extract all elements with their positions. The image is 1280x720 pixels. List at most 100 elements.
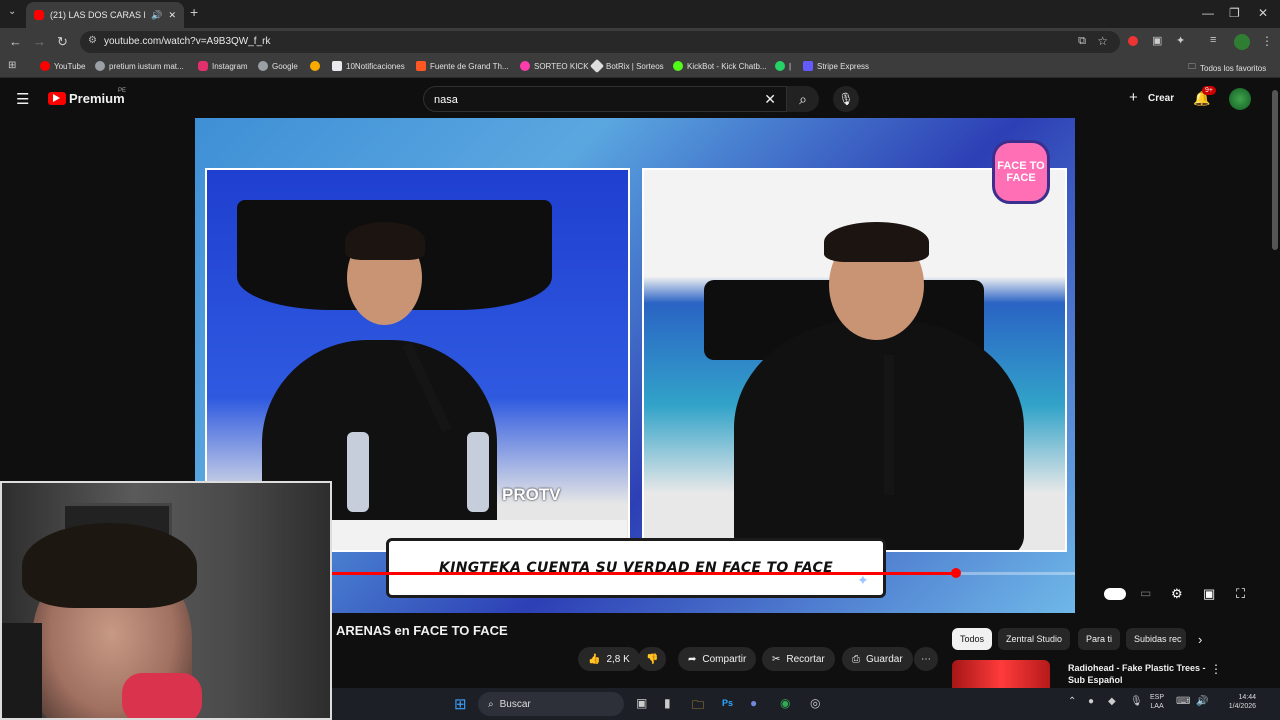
- recommendation-title[interactable]: Radiohead - Fake Plastic Trees - Sub Esp…: [1068, 662, 1208, 686]
- voice-search-button[interactable]: 🎙: [833, 86, 859, 112]
- clock-time: 14:44: [1238, 694, 1256, 701]
- taskbar-app-icon[interactable]: ▮: [664, 696, 671, 710]
- restore-icon[interactable]: ❐: [1229, 6, 1240, 20]
- bookmark-item[interactable]: BotRix | Sorteos: [589, 58, 664, 74]
- browser-toolbar: ← → ↻ ⚙ youtube.com/watch?v=A9B3QW_f_rk …: [0, 28, 1280, 56]
- theater-mode-icon[interactable]: ▣: [1203, 586, 1215, 602]
- create-button[interactable]: Crear: [1148, 93, 1174, 104]
- tray-chevron-icon[interactable]: ⌃: [1068, 696, 1076, 707]
- install-icon[interactable]: ⧉: [1078, 35, 1086, 48]
- extension-icon[interactable]: ▣: [1152, 34, 1162, 47]
- chip-zentral-studio[interactable]: Zentral Studio: [998, 628, 1071, 650]
- tray-mic-icon[interactable]: 🎙: [1130, 696, 1143, 707]
- volume-icon[interactable]: 🔊: [1196, 696, 1208, 707]
- youtube-brand: Premium: [69, 91, 125, 106]
- more-actions-button[interactable]: ⋯: [914, 647, 938, 671]
- bookmark-label: Instagram: [212, 61, 248, 71]
- share-button[interactable]: ➦ Compartir: [678, 647, 757, 671]
- keyboard-layout: LAA: [1150, 703, 1164, 711]
- save-button[interactable]: ⎙ Guardar: [842, 647, 913, 671]
- youtube-header: ☰ Premium PE nasa ✕ ⌕ 🎙 + Crear 🔔 9+: [0, 80, 1280, 118]
- taskbar-search[interactable]: ⌕ Buscar: [478, 692, 624, 716]
- chips-next-chevron-icon[interactable]: ›: [1198, 632, 1202, 647]
- chrome-icon[interactable]: ◉: [780, 696, 790, 710]
- discord-icon[interactable]: ●: [750, 696, 757, 710]
- search-box[interactable]: nasa ✕: [423, 86, 787, 112]
- bookmark-item[interactable]: Fuente de Grand Th...: [416, 61, 509, 71]
- face-to-face-logo: FACE TO FACE: [992, 140, 1050, 204]
- font-icon: [416, 61, 426, 71]
- video-panel-right: [642, 168, 1067, 552]
- tray-app-icon[interactable]: ◆: [1108, 696, 1116, 707]
- botrix-icon: [589, 58, 605, 74]
- input-language[interactable]: ESP LAA: [1150, 693, 1164, 711]
- bookmark-item[interactable]: KickBot - Kick Chatb...: [673, 61, 767, 71]
- bookmark-item[interactable]: [310, 61, 320, 71]
- tab-title: (21) LAS DOS CARAS DE LA: [50, 10, 145, 20]
- settings-gear-icon[interactable]: ⚙: [1171, 586, 1183, 602]
- video-progress-bar[interactable]: [332, 568, 1075, 578]
- profile-avatar[interactable]: [1234, 34, 1250, 50]
- scissors-icon: ✂: [772, 653, 781, 665]
- close-tab-icon[interactable]: ✕: [168, 10, 176, 21]
- fullscreen-icon[interactable]: ⛶: [1236, 586, 1245, 602]
- all-bookmarks-folder[interactable]: 🗀 Todos los favoritos: [1188, 61, 1266, 75]
- hamburger-menu-icon[interactable]: ☰: [16, 90, 29, 108]
- extension-record-icon[interactable]: [1128, 36, 1138, 46]
- browser-tab[interactable]: (21) LAS DOS CARAS DE LA 🔊 ✕: [26, 2, 184, 28]
- save-label: Guardar: [866, 653, 903, 665]
- extensions-puzzle-icon[interactable]: ✦: [1176, 34, 1185, 47]
- play-triangle-icon: [53, 94, 60, 102]
- new-tab-button[interactable]: +: [190, 4, 198, 20]
- bookmarks-bar: ⊞ YouTube pretium iustum mat... Instagra…: [0, 56, 1280, 78]
- site-info-icon[interactable]: ⚙: [88, 35, 97, 46]
- chip-para-ti[interactable]: Para ti: [1078, 628, 1121, 650]
- back-icon[interactable]: ←: [9, 34, 22, 49]
- photoshop-icon[interactable]: Ps: [722, 698, 733, 708]
- speaker-icon[interactable]: 🔊: [151, 10, 162, 21]
- like-button[interactable]: 👍 2,8 K: [578, 647, 640, 671]
- clip-button[interactable]: ✂ Recortar: [762, 647, 835, 671]
- bookmark-item[interactable]: Instagram: [198, 61, 248, 71]
- bookmark-item[interactable]: SORTEO KICK: [520, 61, 589, 71]
- chip-subidas-recientes[interactable]: Subidas rec: [1126, 628, 1186, 650]
- search-button[interactable]: ⌕: [787, 86, 819, 112]
- address-bar[interactable]: ⚙ youtube.com/watch?v=A9B3QW_f_rk ⧉ ☆: [80, 31, 1120, 53]
- bookmark-item[interactable]: 10Notificaciones: [332, 61, 405, 71]
- reload-icon[interactable]: ↻: [57, 34, 68, 50]
- media-controls-icon[interactable]: ≡: [1210, 34, 1216, 46]
- tab-search-icon[interactable]: ⌄: [8, 6, 16, 17]
- bookmark-star-icon[interactable]: ☆: [1097, 34, 1108, 48]
- clear-search-icon[interactable]: ✕: [764, 91, 776, 108]
- minimize-icon[interactable]: —: [1202, 6, 1214, 20]
- bookmark-item[interactable]: Google: [258, 61, 298, 71]
- dislike-button[interactable]: 👎: [638, 647, 667, 671]
- close-window-icon[interactable]: ✕: [1258, 6, 1268, 20]
- tray-app-icon[interactable]: ●: [1088, 696, 1094, 707]
- windows-start-icon[interactable]: ⊞: [454, 695, 467, 713]
- protv-watermark: PROTV: [502, 485, 561, 504]
- task-view-icon[interactable]: ▣: [636, 696, 647, 710]
- bookmark-item[interactable]: pretium iustum mat...: [95, 61, 184, 71]
- autoplay-toggle[interactable]: [1104, 588, 1126, 600]
- recommendation-thumbnail[interactable]: [952, 660, 1050, 688]
- account-avatar[interactable]: [1229, 88, 1251, 110]
- bookmark-item[interactable]: YouTube: [40, 61, 85, 71]
- page-scrollbar[interactable]: [1272, 90, 1278, 250]
- chip-todos[interactable]: Todos: [952, 628, 993, 650]
- obs-icon[interactable]: ◎: [810, 696, 820, 710]
- browser-menu-icon[interactable]: ⋮: [1261, 34, 1273, 48]
- share-arrow-icon: ➦: [688, 653, 697, 665]
- search-input[interactable]: nasa: [434, 94, 458, 106]
- clock[interactable]: 14:44 1/4/2026: [1216, 693, 1256, 711]
- recommendation-menu-icon[interactable]: ⋮: [1210, 662, 1222, 676]
- subtitles-icon[interactable]: ▭: [1140, 586, 1151, 600]
- bookmark-item[interactable]: Stripe Express: [803, 61, 869, 71]
- network-icon[interactable]: ⌨: [1176, 696, 1190, 707]
- file-explorer-icon[interactable]: 🗀: [692, 696, 704, 717]
- bookmark-item[interactable]: |: [775, 61, 791, 71]
- apps-grid-icon[interactable]: ⊞: [8, 60, 16, 71]
- headphones: [2, 623, 42, 718]
- guest-right-figure: [734, 320, 1024, 550]
- forward-icon[interactable]: →: [33, 34, 46, 49]
